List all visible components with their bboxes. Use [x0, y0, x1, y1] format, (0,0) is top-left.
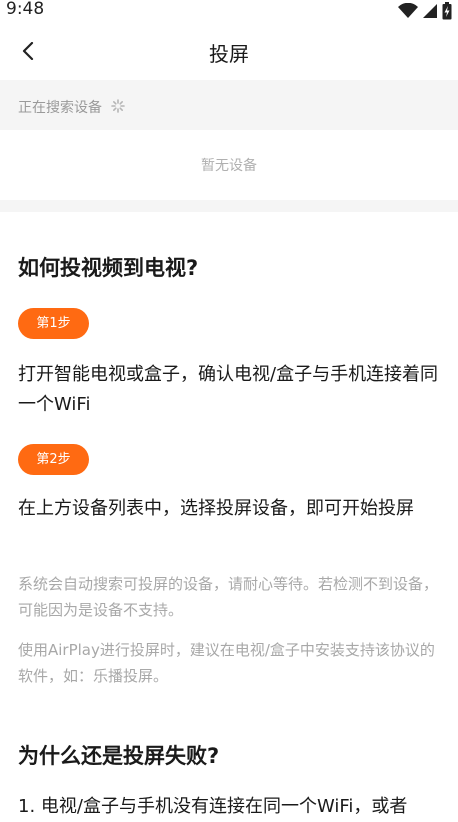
guide-title: 如何投视频到电视? [18, 256, 199, 280]
empty-device-text: 暂无设备 [201, 158, 257, 174]
failure-item-1: 1. 电视/盒子与手机没有连接在同一个WiFi，或者 [18, 796, 408, 817]
signal-icon [423, 4, 437, 18]
section-divider [0, 200, 458, 212]
loading-spinner-icon [111, 99, 125, 113]
status-icons [398, 2, 452, 20]
search-status-text: 正在搜索设备 [18, 100, 102, 116]
status-bar: 9:48 [0, 0, 458, 22]
step-1-text: 打开智能电视或盒子，确认电视/盒子与手机连接着同一个WiFi [18, 364, 439, 415]
wifi-icon [398, 3, 418, 18]
search-status-bar: 正在搜索设备 [0, 80, 458, 130]
step-2-text: 在上方设备列表中，选择投屏设备，即可开始投屏 [18, 498, 414, 519]
step-1-badge: 第1步 [18, 308, 89, 339]
battery-icon [442, 2, 452, 20]
page-title: 投屏 [209, 42, 249, 66]
device-list: 暂无设备 [0, 130, 458, 200]
guide-note-2: 使用AirPlay进行投屏时，建议在电视/盒子中安装支持该协议的软件，如：乐播投… [18, 641, 435, 685]
status-time: 9:48 [6, 0, 45, 19]
nav-bar: 投屏 [0, 22, 458, 80]
step-2-badge: 第2步 [18, 444, 89, 475]
guide-note-1: 系统会自动搜索可投屏的设备，请耐心等待。若检测不到设备，可能因为是设备不支持。 [18, 575, 439, 619]
failure-title: 为什么还是投屏失败? [18, 744, 220, 768]
